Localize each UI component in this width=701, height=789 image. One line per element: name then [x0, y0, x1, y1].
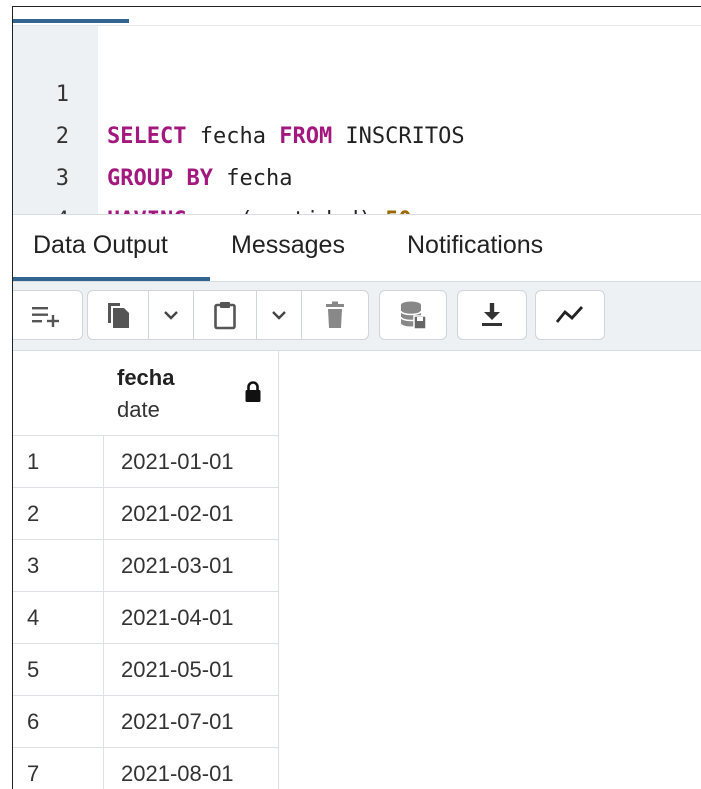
- code-token: SELECT: [107, 124, 187, 149]
- cell-fecha[interactable]: 2021-02-01: [103, 488, 279, 540]
- row-number-text: 6: [27, 709, 40, 734]
- add-row-icon: [32, 307, 59, 327]
- row-number[interactable]: 3: [13, 540, 104, 592]
- tab-data-output[interactable]: Data Output: [33, 215, 168, 277]
- row-number-text: 2: [27, 501, 40, 526]
- edit-group: [87, 290, 369, 340]
- table-row[interactable]: 2 2021-02-01: [13, 488, 701, 540]
- row-number-text: 3: [27, 553, 40, 578]
- save-data-icon: [400, 301, 427, 330]
- download-icon: [482, 303, 502, 326]
- results-toolbar: [13, 282, 701, 351]
- cell-fecha[interactable]: 2021-01-01: [103, 436, 279, 488]
- cell-text: 2021-05-01: [121, 657, 234, 682]
- row-number-text: 7: [27, 761, 40, 786]
- code-text: GROUP BY fecha: [107, 158, 292, 200]
- paste-icon: [214, 302, 236, 330]
- code-token: GROUP BY: [107, 166, 213, 191]
- graph-group: [535, 290, 605, 340]
- table-row[interactable]: 6 2021-07-01: [13, 696, 701, 748]
- cell-fecha[interactable]: 2021-04-01: [103, 592, 279, 644]
- paste-button[interactable]: [194, 291, 256, 339]
- copy-options-dropdown[interactable]: [149, 291, 193, 339]
- table-row[interactable]: 4 2021-04-01: [13, 592, 701, 644]
- table-row[interactable]: 5 2021-05-01: [13, 644, 701, 696]
- save-data-button[interactable]: [380, 291, 446, 339]
- editor-tab-strip: [13, 7, 701, 26]
- row-number-text: 5: [27, 657, 40, 682]
- editor-tab-active-indicator: [13, 19, 129, 23]
- code-text: SELECT fecha FROM INSCRITOS: [107, 116, 465, 158]
- save-data-group: [379, 290, 447, 340]
- query-tool-window: 1 SELECT fecha FROM INSCRITOS 2 GROUP BY…: [12, 6, 701, 789]
- cell-text: 2021-08-01: [121, 761, 234, 786]
- code-token: INSCRITOS: [332, 124, 465, 149]
- chevron-down-icon: [164, 311, 178, 320]
- copy-button[interactable]: [88, 291, 148, 339]
- cell-fecha[interactable]: 2021-07-01: [103, 696, 279, 748]
- graph-icon: [555, 306, 584, 323]
- code-line[interactable]: 2 GROUP BY fecha: [13, 74, 293, 191]
- code-line[interactable]: 1 SELECT fecha FROM INSCRITOS: [13, 32, 465, 149]
- paste-options-dropdown[interactable]: [257, 291, 301, 339]
- row-number[interactable]: 4: [13, 592, 104, 644]
- delete-icon: [326, 301, 344, 328]
- code-line[interactable]: 4 ORDER BY fecha: [13, 158, 293, 275]
- tab-messages[interactable]: Messages: [231, 215, 345, 277]
- cell-text: 2021-04-01: [121, 605, 234, 630]
- output-tabs: Data Output Messages Notifications: [13, 214, 701, 282]
- add-row-group: [13, 290, 83, 340]
- cell-text: 2021-07-01: [121, 709, 234, 734]
- row-number[interactable]: 6: [13, 696, 104, 748]
- column-type: date: [117, 397, 160, 422]
- table-row[interactable]: 3 2021-03-01: [13, 540, 701, 592]
- lock-icon: [245, 381, 261, 402]
- grid-header: fecha date: [13, 351, 701, 436]
- cell-fecha[interactable]: 2021-08-01: [103, 748, 279, 789]
- table-row[interactable]: 1 2021-01-01: [13, 436, 701, 488]
- column-name: fecha: [117, 365, 175, 390]
- add-row-button[interactable]: [14, 291, 80, 339]
- tab-notifications[interactable]: Notifications: [407, 215, 543, 277]
- sql-editor[interactable]: 1 SELECT fecha FROM INSCRITOS 2 GROUP BY…: [13, 26, 701, 275]
- code-token: FROM: [279, 124, 333, 149]
- cell-fecha[interactable]: 2021-05-01: [103, 644, 279, 696]
- column-header-fecha[interactable]: fecha date: [103, 351, 279, 436]
- download-button[interactable]: [458, 291, 526, 339]
- download-group: [457, 290, 527, 340]
- graph-visualiser-button[interactable]: [536, 291, 604, 339]
- row-number[interactable]: 2: [13, 488, 104, 540]
- cell-fecha[interactable]: 2021-03-01: [103, 540, 279, 592]
- tab-active-indicator: [13, 277, 210, 281]
- code-line[interactable]: 3 HAVING sum(cantidad)>50: [13, 116, 412, 233]
- line-number-partial: 5: [13, 204, 69, 214]
- cell-text: 2021-01-01: [121, 449, 234, 474]
- row-number[interactable]: 5: [13, 644, 104, 696]
- table-row[interactable]: 7 2021-08-01: [13, 748, 701, 789]
- row-number-text: 4: [27, 605, 40, 630]
- data-grid: fecha date 1 2021-01-01 2 2021-02-01 3 2…: [13, 351, 701, 789]
- delete-button[interactable]: [302, 291, 368, 339]
- cell-text: 2021-02-01: [121, 501, 234, 526]
- code-token: fecha: [212, 166, 293, 191]
- row-number-header[interactable]: [13, 351, 104, 436]
- copy-icon: [108, 303, 129, 328]
- row-number[interactable]: 1: [13, 436, 104, 488]
- row-number-text: 1: [27, 449, 40, 474]
- code-token: fecha: [186, 124, 280, 149]
- chevron-down-icon: [272, 311, 286, 320]
- cell-text: 2021-03-01: [121, 553, 234, 578]
- row-number[interactable]: 7: [13, 748, 104, 789]
